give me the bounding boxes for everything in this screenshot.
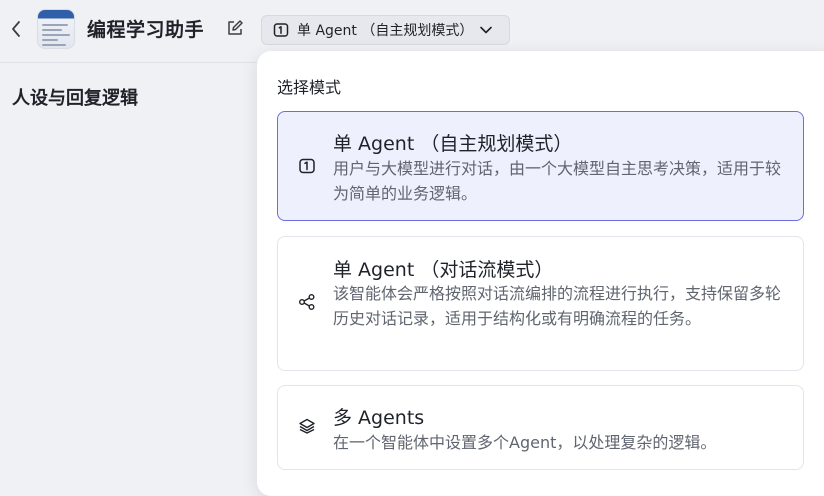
chevron-down-icon xyxy=(480,26,493,34)
mode-option-multi-agents[interactable]: 多 Agents 在一个智能体中设置多个Agent，以处理复杂的逻辑。 xyxy=(277,385,804,470)
option-title: 单 Agent （自主规划模式） xyxy=(333,133,573,155)
workflow-icon xyxy=(298,293,316,311)
agent-single-icon xyxy=(298,157,316,175)
agent-single-icon xyxy=(273,23,289,37)
mode-selector[interactable]: 单 Agent （自主规划模式） xyxy=(261,15,510,45)
app-title: 编程学习助手 xyxy=(87,19,205,41)
back-button[interactable] xyxy=(6,17,26,41)
header-divider xyxy=(0,62,262,63)
option-title: 多 Agents xyxy=(333,407,425,429)
edit-title-button[interactable] xyxy=(226,19,244,37)
layers-icon xyxy=(298,417,316,435)
mode-option-single-workflow[interactable]: 单 Agent （对话流模式） 该智能体会严格按照对话流编排的流程进行执行，支持… xyxy=(277,236,804,371)
edit-icon xyxy=(228,20,243,35)
chevron-left-icon xyxy=(12,21,20,37)
option-description: 该智能体会严格按照对话流编排的流程进行执行，支持保留多轮历史对话记录，适用于结构… xyxy=(333,284,782,328)
option-description: 用户与大模型进行对话，由一个大模型自主思考决策，适用于较为简单的业务逻辑。 xyxy=(333,159,782,203)
mode-option-single-autonomous[interactable]: 单 Agent （自主规划模式） 用户与大模型进行对话，由一个大模型自主思考决策… xyxy=(277,111,804,221)
option-title: 单 Agent （对话流模式） xyxy=(333,259,554,281)
mode-dropdown: 选择模式 单 Agent （自主规划模式） 用户与大模型进行对话，由一个大模型自… xyxy=(257,51,824,496)
bot-avatar[interactable] xyxy=(37,9,75,49)
mode-selector-value: 单 Agent （自主规划模式） xyxy=(297,23,474,39)
dropdown-title: 选择模式 xyxy=(277,78,342,97)
option-description: 在一个智能体中设置多个Agent，以处理复杂的逻辑。 xyxy=(333,433,717,452)
persona-section-title: 人设与回复逻辑 xyxy=(12,88,138,109)
